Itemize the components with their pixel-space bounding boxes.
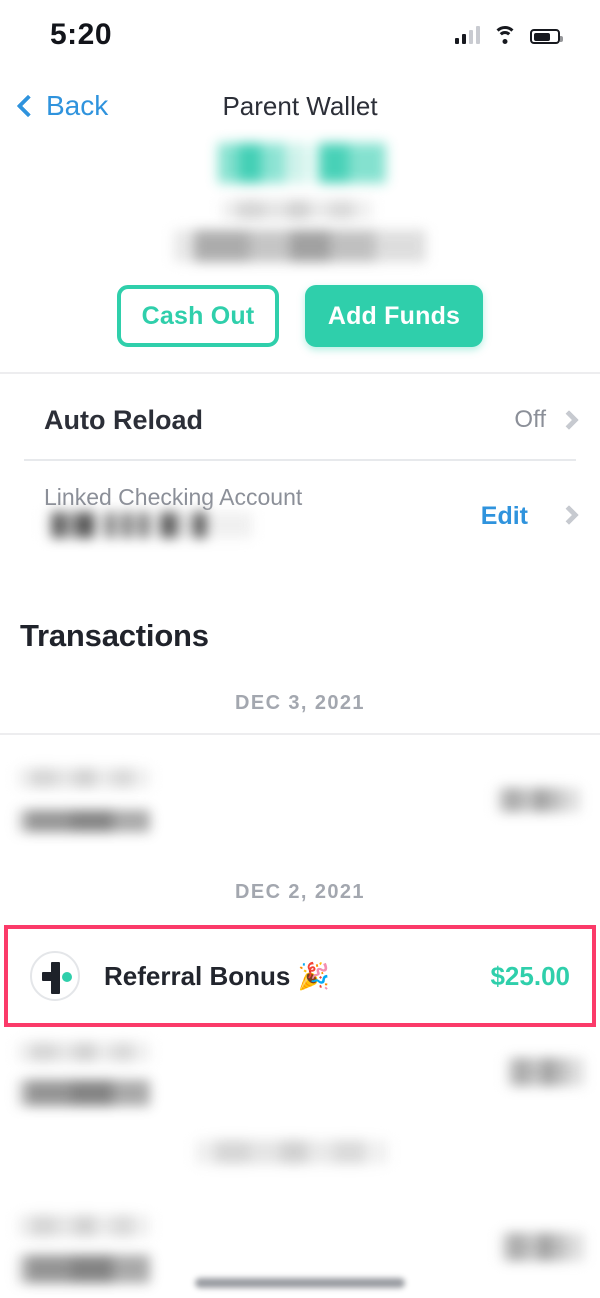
- wallet-screen: 5:20 Parent Wallet Back Cash Out Add Fun…: [0, 0, 600, 1298]
- chevron-left-icon: [16, 94, 40, 118]
- edit-linked-account-button[interactable]: Edit: [481, 502, 528, 531]
- auto-reload-row[interactable]: Auto Reload Off: [0, 390, 600, 450]
- brand-logo-avatar-icon: [30, 951, 80, 1001]
- transaction-subtitle-redacted: [18, 1080, 150, 1106]
- transaction-row[interactable]: [0, 1036, 600, 1112]
- transaction-group-rule: [0, 733, 600, 735]
- transaction-subtitle-redacted: [18, 1255, 150, 1283]
- battery-icon: [530, 29, 563, 44]
- wifi-icon: [493, 26, 517, 44]
- wallet-balance-subtitle-redacted: [222, 200, 372, 220]
- cellular-signal-icon: [454, 26, 480, 44]
- transaction-amount-redacted: [496, 788, 580, 812]
- home-indicator: [195, 1278, 405, 1288]
- auto-reload-value-group: Off: [514, 406, 579, 434]
- auto-reload-label: Auto Reload: [44, 404, 203, 435]
- chevron-right-icon: [559, 505, 579, 525]
- status-icons: [454, 26, 563, 44]
- back-button-label: Back: [46, 90, 109, 121]
- auto-reload-divider: [24, 459, 576, 461]
- add-funds-button[interactable]: Add Funds: [305, 285, 483, 347]
- status-bar: 5:20: [0, 0, 600, 70]
- wallet-balance-redacted: [218, 143, 386, 183]
- transaction-subtitle-redacted: [18, 810, 150, 832]
- wallet-balance-detail-redacted: [174, 230, 426, 262]
- transaction-date-header: DEC 2, 2021: [235, 881, 365, 903]
- cash-out-button[interactable]: Cash Out: [117, 285, 279, 347]
- linked-account-number-redacted: [44, 512, 252, 538]
- transaction-row[interactable]: [0, 760, 600, 840]
- wallet-actions: Cash Out Add Funds: [0, 285, 600, 347]
- referral-bonus-highlight: Referral Bonus 🎉 $25.00: [4, 925, 596, 1027]
- transaction-amount-redacted: [500, 1233, 584, 1261]
- transaction-date-header: DEC 3, 2021: [235, 692, 365, 714]
- section-divider-top: [0, 372, 600, 374]
- transaction-amount: $25.00: [490, 960, 570, 991]
- transactions-heading: Transactions: [20, 618, 209, 653]
- transaction-title-redacted: [18, 1215, 150, 1237]
- transaction-title-redacted: [18, 768, 150, 788]
- auto-reload-value: Off: [514, 406, 546, 433]
- transaction-date-header-redacted: [196, 1140, 388, 1164]
- transaction-row-referral-bonus[interactable]: Referral Bonus 🎉 $25.00: [8, 929, 592, 1023]
- chevron-right-icon: [559, 410, 579, 430]
- transaction-amount-redacted: [506, 1058, 584, 1086]
- transaction-title: Referral Bonus 🎉: [104, 960, 330, 991]
- back-button[interactable]: Back: [14, 90, 108, 122]
- linked-account-label: Linked Checking Account: [44, 484, 303, 510]
- status-time: 5:20: [50, 18, 113, 51]
- navigation-bar: Parent Wallet Back: [0, 78, 600, 134]
- transaction-title-redacted: [18, 1042, 150, 1062]
